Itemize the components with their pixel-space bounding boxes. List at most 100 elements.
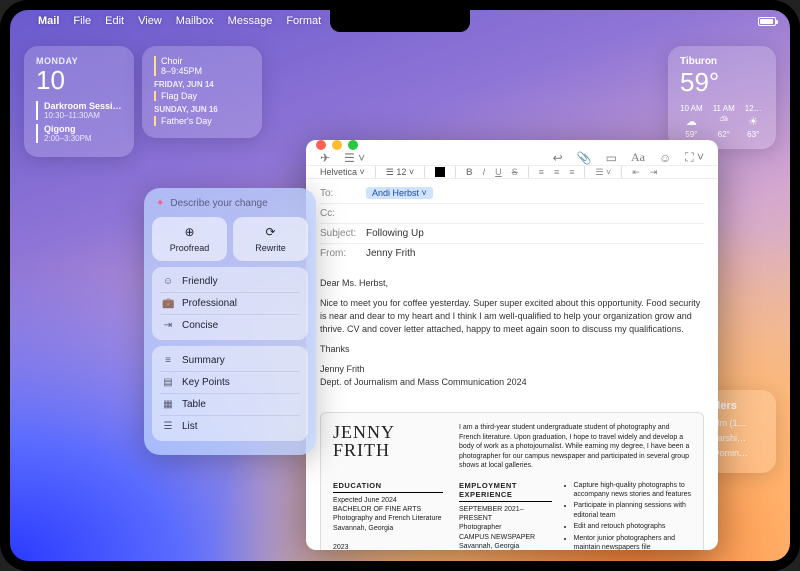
menu-message[interactable]: Message [228,15,273,27]
calendar-event: Darkroom Session 10:30–11:30AM [36,101,122,120]
sun-icon: ☀︎ [748,115,758,128]
body-greeting: Dear Ms. Herbst, [320,277,704,290]
text-color-button[interactable] [435,167,445,177]
italic-button[interactable]: I [483,167,486,177]
tone-concise[interactable]: ⇥Concise [152,315,308,336]
strike-button[interactable]: S [512,167,518,177]
transform-keypoints[interactable]: ▤Key Points [152,372,308,393]
compose-headers: To: Andi Herbst ˅ Cc: Subject: Following… [306,179,718,267]
align-right-button[interactable]: ≡ [569,167,574,177]
compose-toolbar: ✈︎ ☰ ˅ ↩︎ 📎 ▭ Aa ☺ ⛶ ˅ [306,150,718,165]
align-left-button[interactable]: ≡ [539,167,544,177]
from-label: From: [320,248,360,259]
menu-mailbox[interactable]: Mailbox [176,15,214,27]
underline-button[interactable]: U [495,167,502,177]
recipient-chip[interactable]: Andi Herbst ˅ [366,187,433,199]
align-center-button[interactable]: ≡ [554,167,559,177]
weather-hour: 11 AM ⛅︎ 62° [713,104,735,139]
menu-format[interactable]: Format [286,15,321,27]
attachment-bullets: Capture high-quality photographs to acco… [562,481,692,550]
upcoming-event: Flag Day [154,91,250,101]
font-button[interactable]: Aa [631,150,645,165]
attachment-preview[interactable]: JENNY FRITH I am a third-year student un… [320,412,704,550]
upcoming-header: SUNDAY, JUN 16 [154,105,250,114]
upcoming-event: Choir 8–9:45PM [154,56,250,76]
attach-button[interactable]: 📎 [577,151,592,165]
upcoming-header: FRIDAY, JUN 14 [154,80,250,89]
body-paragraph: Nice to meet you for coffee yesterday. S… [320,297,704,336]
tone-friendly[interactable]: ☺Friendly [152,271,308,292]
tone-list: ☺Friendly 💼Professional ⇥Concise [152,267,308,340]
writing-tools-panel: ✦ Describe your change ⊕ Proofread ⟳ Rew… [144,188,316,455]
writing-tools-input[interactable]: Describe your change [170,198,267,209]
to-row[interactable]: To: Andi Herbst ˅ [320,183,704,204]
attachment-employment: EMPLOYMENT EXPERIENCE SEPTEMBER 2021–PRE… [459,481,691,550]
upcoming-event: Father's Day [154,116,250,126]
menu-app[interactable]: Mail [38,15,59,27]
reply-icon[interactable]: ↩︎ [553,151,563,165]
bullets-icon: ▤ [162,377,174,388]
photos-button[interactable]: ⛶ ˅ [685,150,704,165]
from-value: Jenny Frith [366,248,415,259]
battery-icon[interactable] [758,17,776,26]
smile-icon: ☺ [162,276,174,287]
cloud-icon: ☁︎ [686,115,697,128]
send-button[interactable]: ✈︎ [320,151,330,165]
weather-location: Tiburon [680,56,764,67]
menu-view[interactable]: View [138,15,162,27]
proofread-button[interactable]: ⊕ Proofread [152,217,227,261]
display-notch [330,10,470,32]
attachment-name: JENNY FRITH [333,423,443,470]
body-thanks: Thanks [320,343,704,356]
subject-row[interactable]: Subject: Following Up [320,224,704,244]
indent-out-button[interactable]: ⇤ [632,167,640,178]
arrow-compress-icon: ⇥ [162,320,174,331]
close-button[interactable] [316,140,326,150]
bold-button[interactable]: B [466,167,473,177]
attachment-education: EDUCATION Expected June 2024 BACHELOR OF… [333,481,443,550]
tone-professional[interactable]: 💼Professional [152,293,308,314]
partly-cloudy-icon: ⛅︎ [719,115,728,128]
cc-label: Cc: [320,208,360,219]
transform-table[interactable]: ▦Table [152,394,308,415]
format-button[interactable]: ▭ [606,151,617,165]
subject-field[interactable]: Following Up [366,228,424,239]
titlebar[interactable] [306,140,718,150]
weather-widget[interactable]: Tiburon 59° 10 AM ☁︎ 59° 11 AM ⛅︎ 62° 12… [668,46,776,149]
sparkle-icon: ✦ [156,198,164,209]
calendar-date: 10 [36,66,122,95]
minimize-button[interactable] [332,140,342,150]
transform-summary[interactable]: ≡Summary [152,350,308,371]
compose-window: ✈︎ ☰ ˅ ↩︎ 📎 ▭ Aa ☺ ⛶ ˅ Helvetica ˅ ☰ 12 … [306,140,718,550]
briefcase-icon: 💼 [162,298,174,309]
zoom-button[interactable] [348,140,358,150]
cc-row[interactable]: Cc: [320,204,704,224]
attachment-summary: I am a third-year student undergraduate … [459,423,691,470]
subject-label: Subject: [320,228,360,239]
weather-hour: 10 AM ☁︎ 59° [680,104,703,139]
menu-edit[interactable]: Edit [105,15,124,27]
upcoming-widget[interactable]: Choir 8–9:45PM FRIDAY, JUN 14 Flag Day S… [142,46,262,138]
rewrite-button[interactable]: ⟳ Rewrite [233,217,308,261]
transform-list[interactable]: ☰List [152,416,308,437]
header-fields-button[interactable]: ☰ ˅ [344,151,365,165]
font-select[interactable]: Helvetica ˅ [320,167,365,177]
rewrite-icon: ⟳ [265,225,275,239]
list-icon: ☰ [162,421,174,432]
table-icon: ▦ [162,399,174,410]
emoji-button[interactable]: ☺ [659,151,671,165]
calendar-event: Qigong 2:00–3:30PM [36,124,122,143]
laptop-bezel: Mail File Edit View Mailbox Message Form… [0,0,800,571]
list-button[interactable]: ☰ ˅ [595,167,611,178]
compose-body[interactable]: Dear Ms. Herbst, Nice to meet you for co… [306,267,718,406]
from-row[interactable]: From: Jenny Frith [320,244,704,263]
desktop: Mail File Edit View Mailbox Message Form… [10,10,790,561]
calendar-widget[interactable]: MONDAY 10 Darkroom Session 10:30–11:30AM… [24,46,134,157]
font-size-select[interactable]: ☰ 12 ˅ [386,167,414,178]
menu-file[interactable]: File [73,15,91,27]
weather-hour: 12… ☀︎ 63° [745,104,762,139]
indent-in-button[interactable]: ⇥ [650,167,658,178]
body-signature: Jenny Frith Dept. of Journalism and Mass… [320,363,704,389]
writing-tools-header[interactable]: ✦ Describe your change [152,196,308,217]
calendar-day: MONDAY [36,56,122,66]
